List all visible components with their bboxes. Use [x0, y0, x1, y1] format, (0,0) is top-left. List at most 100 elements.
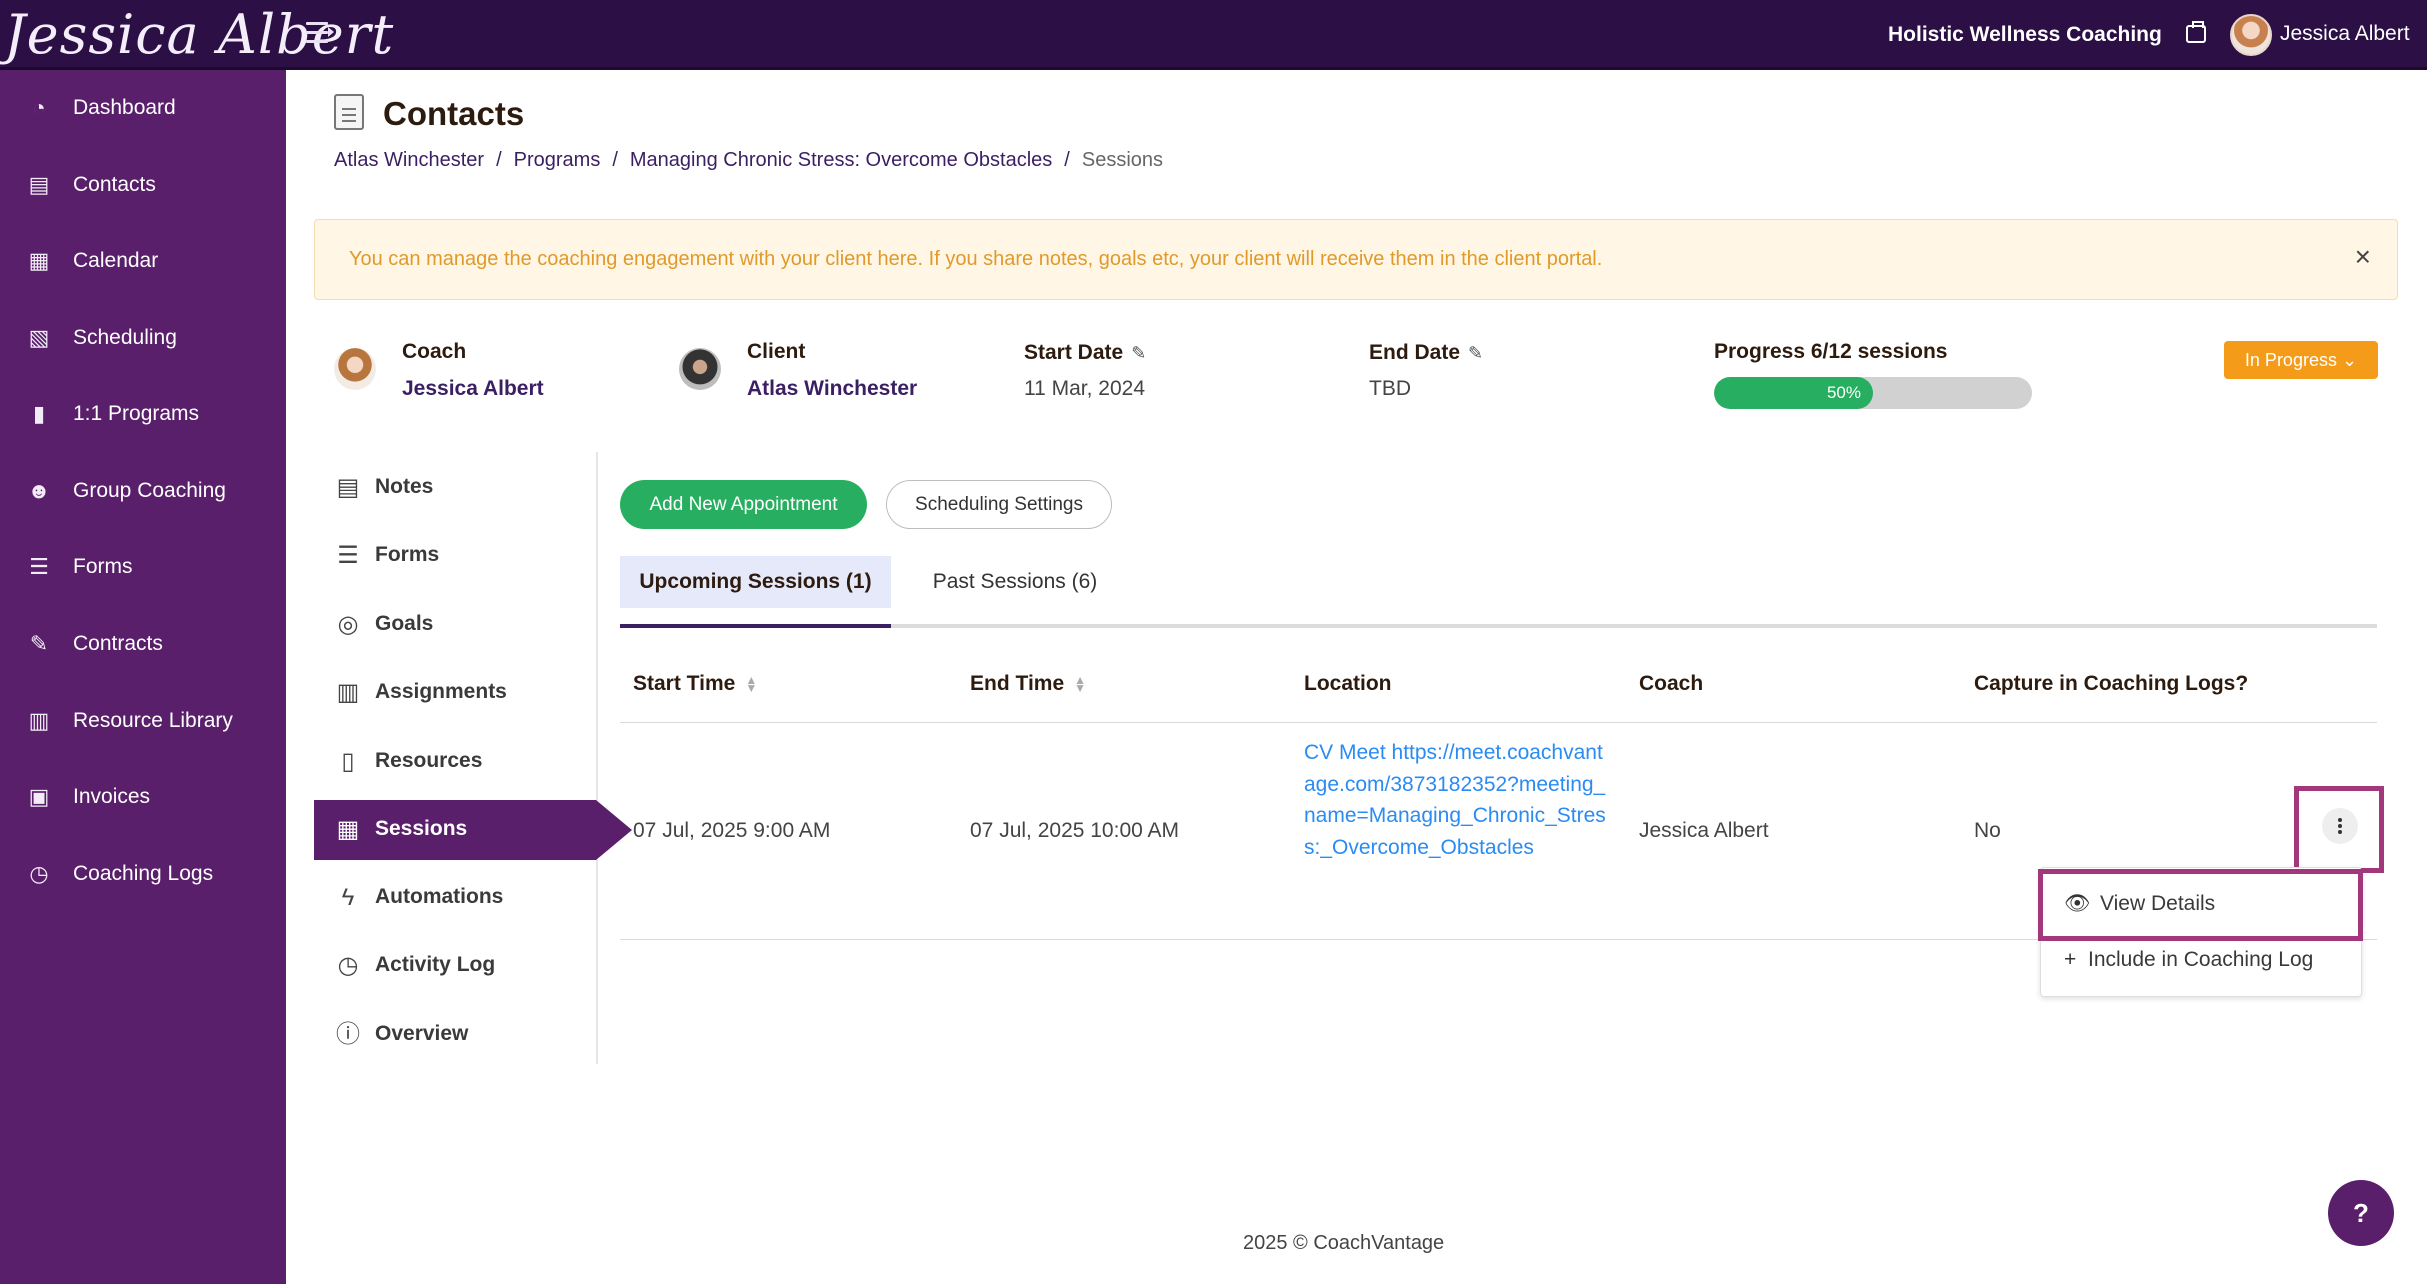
sidebar-item-label: Coaching Logs: [73, 862, 214, 885]
user-name[interactable]: Jessica Albert: [2280, 22, 2410, 46]
more-options-icon[interactable]: [2322, 808, 2358, 844]
target-icon: ◎: [337, 611, 359, 638]
submenu-label: Goals: [375, 612, 434, 635]
submenu-label: Sessions: [375, 817, 468, 840]
book-icon: ▮: [32, 401, 46, 426]
tab-active-indicator: [620, 624, 891, 628]
library-icon: ▥: [28, 708, 50, 733]
history-icon: ◷: [337, 952, 359, 979]
session-coach: Jessica Albert: [1639, 819, 1769, 842]
menu-item-include-log[interactable]: + Include in Coaching Log: [2064, 948, 2313, 972]
close-icon[interactable]: ×: [2355, 242, 2371, 272]
sidebar-item-dashboard[interactable]: ◔ Dashboard: [0, 78, 286, 138]
sidebar-item-calendar[interactable]: ▦ Calendar: [0, 231, 286, 291]
sidebar-item-resource-library[interactable]: ▥ Resource Library: [0, 691, 286, 751]
bolt-icon: ϟ: [341, 884, 355, 911]
status-dropdown[interactable]: In Progress ⌄: [2224, 341, 2378, 379]
sidebar-item-group-coaching[interactable]: ☻ Group Coaching: [0, 461, 286, 521]
start-date-label-text: Start Date: [1024, 341, 1124, 364]
info-icon: ⓘ: [336, 1021, 360, 1048]
submenu-label: Forms: [375, 543, 440, 566]
sidebar-item-scheduling[interactable]: ▧ Scheduling: [0, 308, 286, 368]
notes-icon: ▤: [336, 474, 360, 501]
sidebar-item-label: 1:1 Programs: [73, 402, 200, 425]
submenu-label: Overview: [375, 1022, 469, 1045]
menu-toggle-icon[interactable]: [306, 22, 336, 48]
document-icon: [334, 94, 364, 130]
submenu-item-overview[interactable]: ⓘ Overview: [314, 1005, 596, 1065]
submenu-label: Activity Log: [375, 953, 496, 976]
resources-icon: ▯: [341, 748, 355, 775]
sidebar-item-contracts[interactable]: ✎ Contracts: [0, 614, 286, 674]
submenu-item-forms[interactable]: ☰ Forms: [314, 526, 596, 586]
column-header-start-time[interactable]: Start Time ▲ ▼: [633, 672, 757, 696]
sidebar-item-label: Contacts: [73, 173, 156, 196]
submenu-label: Notes: [375, 475, 434, 498]
breadcrumb-client[interactable]: Atlas Winchester: [334, 149, 484, 171]
tab-past-sessions[interactable]: Past Sessions (6): [905, 556, 1125, 608]
help-button[interactable]: ?: [2328, 1180, 2394, 1246]
session-location-link[interactable]: CV Meet https://meet.coachvantage.com/38…: [1304, 737, 1614, 863]
column-header-label: End Time: [970, 672, 1065, 695]
scheduling-settings-button[interactable]: Scheduling Settings: [886, 480, 1112, 529]
status-label: In Progress: [2244, 350, 2337, 370]
breadcrumb-program[interactable]: Managing Chronic Stress: Overcome Obstac…: [630, 149, 1052, 171]
submenu-item-resources[interactable]: ▯ Resources: [314, 732, 596, 792]
clock-icon: ◷: [29, 861, 49, 886]
sidebar-item-invoices[interactable]: ▣ Invoices: [0, 767, 286, 827]
contacts-icon: ▤: [28, 172, 50, 197]
client-name-link[interactable]: Atlas Winchester: [747, 377, 917, 401]
submenu-label: Automations: [375, 885, 504, 908]
sidebar-item-programs[interactable]: ▮ 1:1 Programs: [0, 384, 286, 444]
submenu-item-sessions[interactable]: ▦ Sessions: [314, 800, 632, 860]
dashboard-icon: ◔: [32, 95, 46, 120]
forms-icon: ☰: [337, 542, 359, 569]
progress-bar: 50%: [1714, 377, 2032, 409]
column-header-end-time[interactable]: End Time ▲ ▼: [970, 672, 1086, 696]
forms-icon: ☰: [29, 554, 49, 579]
edit-end-date-icon[interactable]: ✎: [1468, 343, 1483, 364]
user-avatar[interactable]: [2230, 14, 2272, 56]
calendar-icon: ▦: [28, 248, 50, 273]
briefcase-icon[interactable]: [2186, 21, 2206, 43]
session-start-time: 07 Jul, 2025 9:00 AM: [633, 819, 831, 842]
coach-name-link[interactable]: Jessica Albert: [402, 377, 544, 401]
highlight-frame: [2038, 869, 2363, 941]
scheduling-icon: ▧: [28, 325, 50, 350]
sidebar-item-contacts[interactable]: ▤ Contacts: [0, 155, 286, 215]
group-icon: ☻: [27, 478, 51, 503]
sort-icon[interactable]: ▲ ▼: [1074, 674, 1086, 694]
menu-item-label: Include in Coaching Log: [2088, 948, 2314, 971]
business-name[interactable]: Holistic Wellness Coaching: [1888, 23, 2162, 47]
submenu-item-automations[interactable]: ϟ Automations: [314, 868, 596, 928]
sidebar-item-coaching-logs[interactable]: ◷ Coaching Logs: [0, 844, 286, 904]
contract-icon: ✎: [29, 631, 49, 656]
column-header-coach: Coach: [1639, 672, 1704, 695]
top-bar: Jessica Albert Holistic Wellness Coachin…: [0, 0, 2427, 70]
start-date-label: Start Date ✎: [1024, 341, 1146, 365]
column-header-location: Location: [1304, 672, 1392, 695]
sort-icon[interactable]: ▲ ▼: [745, 674, 757, 694]
table-header-divider: [620, 722, 2377, 723]
client-avatar: [679, 348, 721, 390]
submenu-item-goals[interactable]: ◎ Goals: [314, 595, 596, 655]
sidebar: ◔ Dashboard ▤ Contacts ▦ Calendar ▧ Sche…: [0, 70, 286, 1284]
coach-label: Coach: [402, 340, 467, 363]
sidebar-item-forms[interactable]: ☰ Forms: [0, 537, 286, 597]
start-date-value: 11 Mar, 2024: [1024, 377, 1146, 400]
submenu-item-assignments[interactable]: ▥ Assignments: [314, 663, 596, 723]
footer-copyright: 2025 © CoachVantage: [1243, 1232, 1445, 1254]
column-header-capture: Capture in Coaching Logs?: [1974, 672, 2249, 695]
end-date-value: TBD: [1369, 377, 1411, 400]
add-appointment-button[interactable]: Add New Appointment: [620, 480, 867, 529]
sidebar-item-label: Invoices: [73, 785, 151, 808]
alert-message: You can manage the coaching engagement w…: [349, 248, 1603, 270]
sidebar-item-label: Forms: [73, 555, 133, 578]
submenu-item-activity-log[interactable]: ◷ Activity Log: [314, 936, 596, 996]
breadcrumb-programs[interactable]: Programs: [514, 149, 601, 171]
tab-upcoming-sessions[interactable]: Upcoming Sessions (1): [620, 556, 891, 608]
submenu-item-notes[interactable]: ▤ Notes: [314, 458, 596, 518]
sidebar-item-label: Dashboard: [73, 96, 176, 119]
edit-start-date-icon[interactable]: ✎: [1131, 343, 1146, 364]
sidebar-item-label: Contracts: [73, 632, 163, 655]
